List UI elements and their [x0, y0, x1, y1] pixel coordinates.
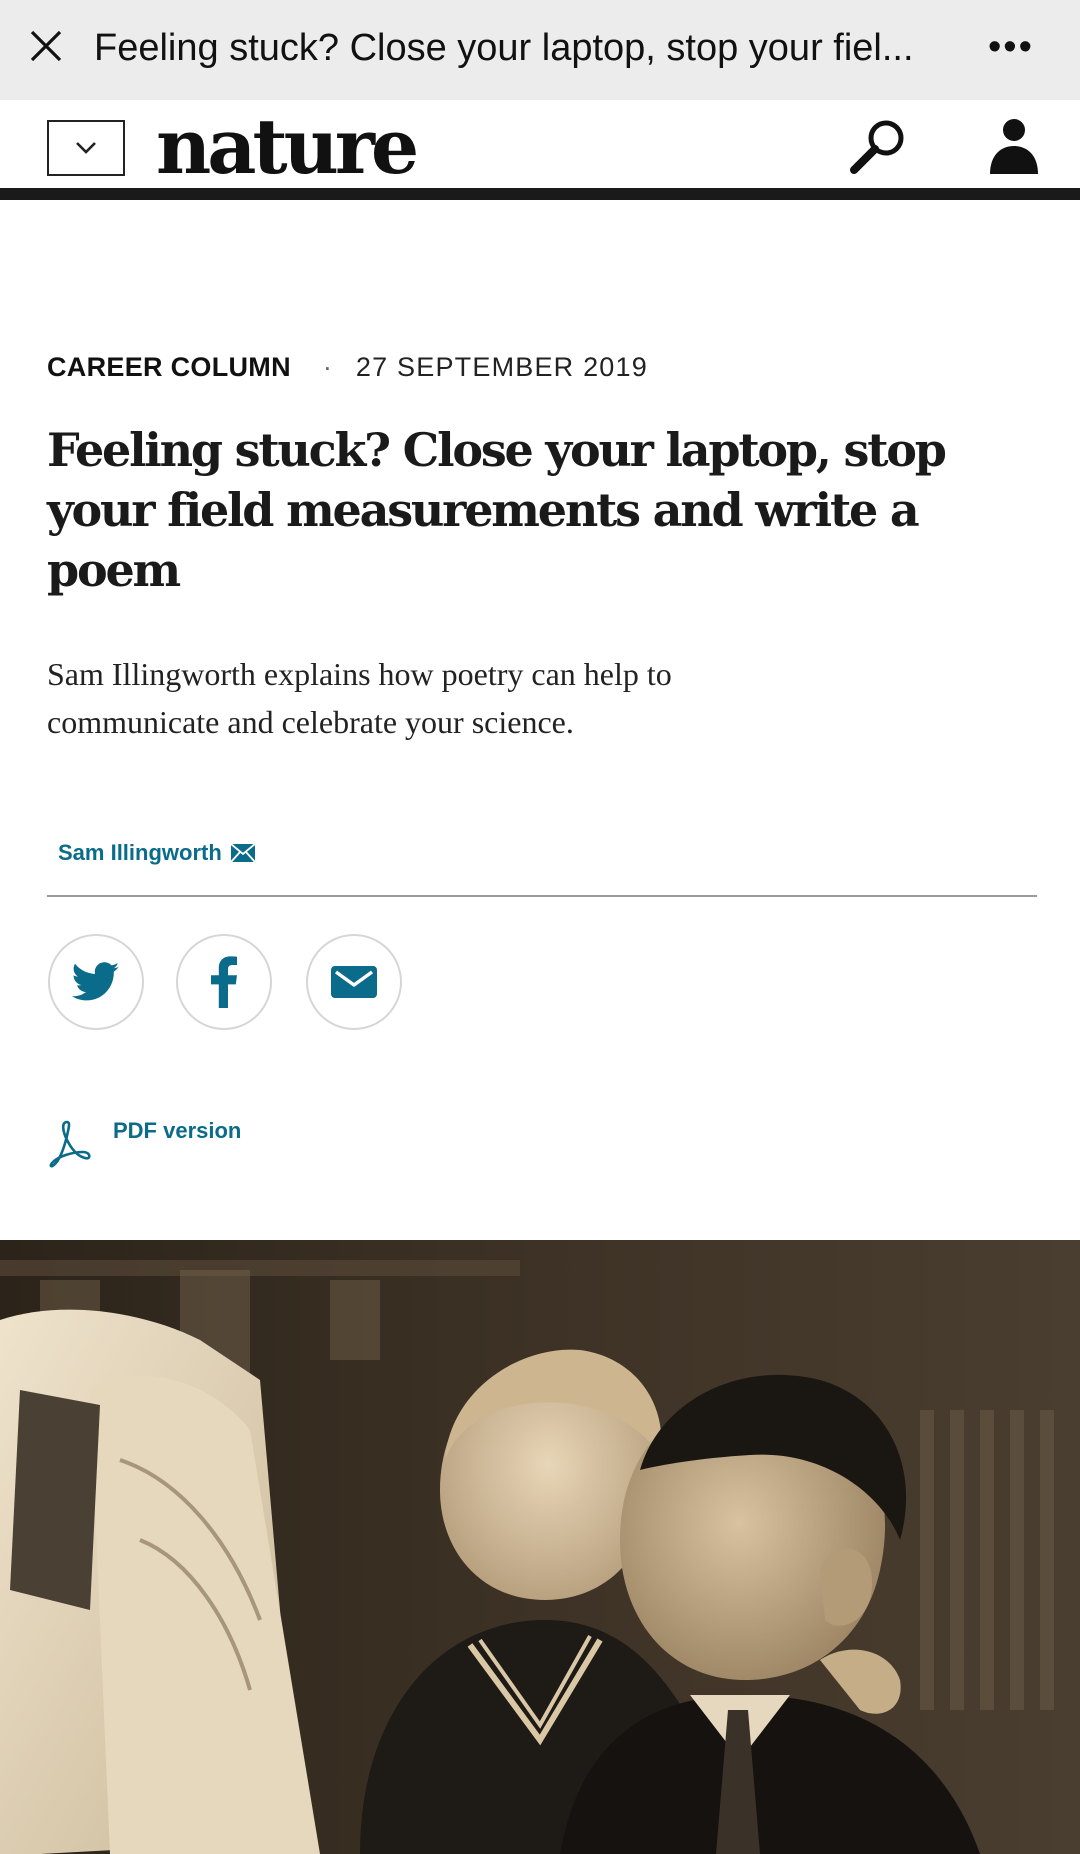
close-icon[interactable] [28, 28, 64, 64]
site-header: nature [0, 100, 1080, 192]
more-icon[interactable]: ••• [988, 26, 1034, 69]
site-logo[interactable]: nature [156, 102, 419, 192]
photo-illustration [0, 1240, 1080, 1854]
article-lead-image [0, 1240, 1080, 1854]
email-icon [331, 966, 377, 998]
facebook-icon [211, 956, 237, 1008]
author-line: Sam Illingworth [58, 840, 256, 866]
pdf-icon [49, 1120, 91, 1168]
pdf-link-label[interactable]: PDF version [113, 1118, 241, 1144]
article-standfirst: Sam Illingworth explains how poetry can … [47, 656, 672, 740]
email-author-icon[interactable] [230, 843, 256, 863]
search-icon[interactable] [848, 116, 910, 178]
header-divider [0, 188, 1080, 200]
article-headline: Feeling stuck? Close your laptop, stop y… [47, 423, 947, 597]
article-type[interactable]: CAREER COLUMN [47, 352, 291, 383]
meta-separator: · [322, 352, 332, 382]
share-email-button[interactable] [306, 934, 402, 1030]
author-link[interactable]: Sam Illingworth [58, 840, 222, 866]
user-icon[interactable] [986, 116, 1042, 176]
twitter-icon [72, 962, 120, 1001]
menu-button[interactable] [47, 120, 125, 176]
window-title: Feeling stuck? Close your laptop, stop y… [94, 27, 914, 69]
share-facebook-button[interactable] [176, 934, 272, 1030]
chevron-down-icon [76, 142, 96, 154]
webview-topbar: Feeling stuck? Close your laptop, stop y… [0, 0, 1080, 100]
publish-date: 27 SEPTEMBER 2019 [355, 352, 648, 382]
pdf-link[interactable]: PDF version [47, 1118, 241, 1168]
share-twitter-button[interactable] [48, 934, 144, 1030]
article-meta: CAREER COLUMN · 27 SEPTEMBER 2019 [47, 352, 648, 383]
author-divider [47, 895, 1037, 897]
